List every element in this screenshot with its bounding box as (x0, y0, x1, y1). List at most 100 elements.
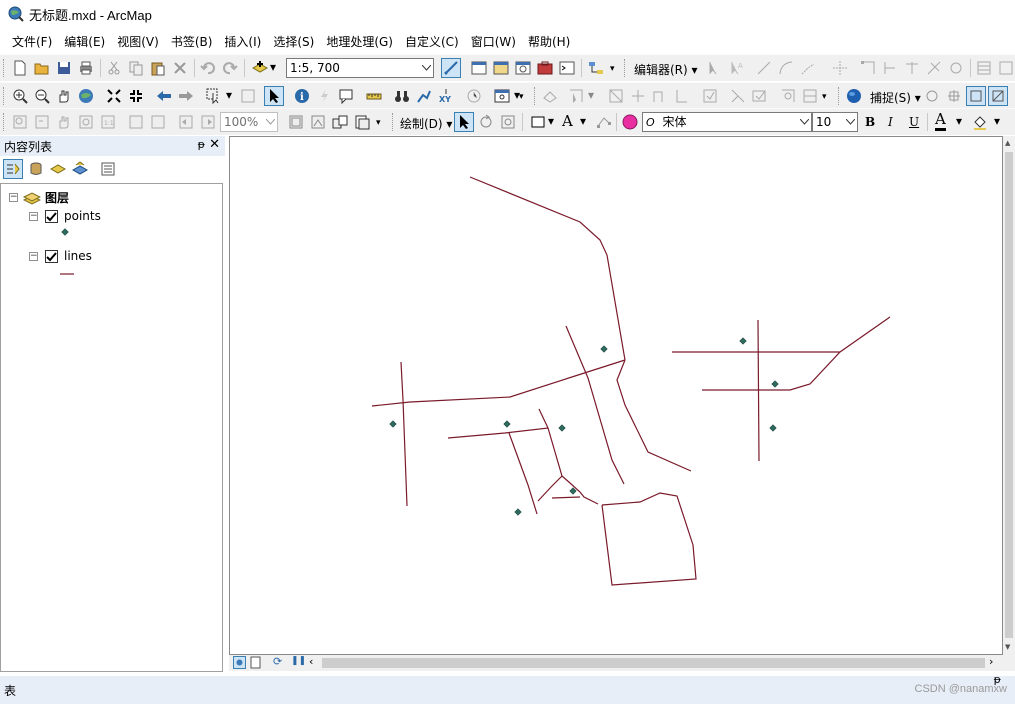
point-feature[interactable] (503, 420, 511, 428)
point-feature[interactable] (569, 487, 577, 495)
refresh-icon[interactable]: ⟳ (273, 655, 282, 668)
toolbar-grip[interactable] (838, 87, 842, 105)
list-by-drawing-order-icon[interactable] (3, 159, 23, 179)
font-size-combo[interactable]: 10 (812, 112, 858, 132)
layer-name[interactable]: lines (64, 249, 92, 263)
geometric-network-icon[interactable] (778, 86, 798, 106)
menu-edit[interactable]: 编辑(E) (58, 33, 111, 50)
pin-icon[interactable]: ᵽ (994, 673, 1001, 686)
menu-windows[interactable]: 窗口(W) (465, 33, 522, 50)
list-by-selection-icon[interactable] (70, 159, 90, 179)
line-feature[interactable] (371, 359, 626, 407)
edge-snapping-icon[interactable] (988, 86, 1008, 106)
rectangle-dropdown-icon[interactable]: ▾ (548, 114, 554, 128)
identify-icon[interactable]: i (292, 86, 312, 106)
bold-button[interactable]: B (865, 115, 875, 129)
draw-select-arrow-icon[interactable] (454, 112, 474, 132)
time-slider-icon[interactable] (464, 86, 484, 106)
menu-geoprocessing[interactable]: 地理处理(G) (320, 33, 399, 50)
font-color-dropdown-icon[interactable]: ▾ (956, 114, 962, 128)
python-window-icon[interactable] (557, 58, 577, 78)
menu-customize[interactable]: 自定义(C) (399, 33, 465, 50)
line-feature[interactable] (469, 176, 626, 361)
copy-icon[interactable] (126, 58, 146, 78)
new-document-icon[interactable] (10, 58, 30, 78)
edit-tool-icon[interactable] (704, 58, 724, 78)
attributes-icon[interactable] (974, 58, 994, 78)
sketch-properties-icon[interactable] (996, 58, 1015, 78)
select-features-icon[interactable] (204, 86, 224, 106)
chevron-down-icon[interactable] (797, 113, 811, 131)
layout-go-back-icon[interactable] (176, 112, 196, 132)
end-snapping-icon[interactable] (944, 86, 964, 106)
toolbar-grip[interactable] (3, 87, 7, 105)
construct-features-icon[interactable] (650, 86, 670, 106)
toolbar-grip[interactable] (534, 87, 538, 105)
font-color-icon[interactable]: A (935, 111, 946, 131)
topology-icon[interactable] (540, 86, 560, 106)
fill-color-circle-icon[interactable] (620, 112, 640, 132)
text-dropdown-icon[interactable]: ▾ (580, 114, 586, 128)
point-feature[interactable] (769, 424, 777, 432)
fill-bucket-icon[interactable] (970, 112, 990, 132)
close-icon[interactable]: ✕ (209, 137, 220, 152)
search-window-icon[interactable] (513, 58, 533, 78)
point-symbol-diamond-icon[interactable] (61, 228, 69, 236)
line-feature[interactable] (551, 496, 581, 499)
paste-icon[interactable] (148, 58, 168, 78)
show-shared-features-icon[interactable] (628, 86, 648, 106)
line-symbol-icon[interactable] (59, 272, 75, 276)
edit-annotation-icon[interactable]: A (726, 58, 746, 78)
map-display[interactable] (229, 136, 1003, 655)
editor-toolbar-icon[interactable] (441, 58, 461, 78)
zoom-whole-page-icon[interactable] (76, 112, 96, 132)
toolbar-overflow-icon[interactable]: ▾ (822, 92, 827, 102)
toolbar-grip[interactable] (3, 59, 7, 77)
line-feature[interactable] (565, 325, 625, 485)
layers-group-row[interactable]: − 图层 (9, 189, 69, 206)
create-viewer-window-icon[interactable] (492, 86, 512, 106)
fixed-zoom-out-icon[interactable] (126, 86, 146, 106)
scroll-down-icon[interactable]: ▼ (1005, 643, 1010, 651)
point-feature[interactable] (389, 420, 397, 428)
error-inspector-icon[interactable] (750, 86, 770, 106)
menu-selection[interactable]: 选择(S) (267, 33, 320, 50)
menu-bookmarks[interactable]: 书签(B) (165, 33, 219, 50)
clear-selection-icon[interactable] (238, 86, 258, 106)
endpoint-arc-icon[interactable] (776, 58, 796, 78)
point-snapping-icon[interactable] (922, 86, 942, 106)
zoom-to-selected-elements-icon[interactable] (498, 112, 518, 132)
pause-drawing-icon[interactable]: ❚❚ (291, 656, 306, 666)
find-route-icon[interactable] (414, 86, 434, 106)
point-feature[interactable] (600, 345, 608, 353)
go-forward-icon[interactable] (176, 86, 196, 106)
add-data-icon[interactable] (250, 58, 270, 78)
editor-menu[interactable]: 编辑器(R) ▾ (634, 61, 698, 78)
fix-topology-error-icon[interactable] (728, 86, 748, 106)
collapse-icon[interactable]: − (29, 211, 38, 221)
point-feature[interactable] (514, 508, 522, 516)
network-flags-icon[interactable] (800, 86, 820, 106)
select-elements-arrow-icon[interactable] (264, 86, 284, 106)
line-feature[interactable] (616, 359, 692, 472)
snapping-globe-icon[interactable] (844, 86, 864, 106)
layout-go-forward-icon[interactable] (198, 112, 218, 132)
line-feature[interactable] (601, 492, 697, 586)
map-topology-icon[interactable] (606, 86, 626, 106)
toc-options-icon[interactable] (98, 159, 118, 179)
line-feature[interactable] (447, 427, 599, 505)
horizontal-scroll-thumb[interactable] (322, 658, 985, 668)
map-scale-combo[interactable]: 1:5, 700 (286, 58, 434, 78)
menu-help[interactable]: 帮助(H) (522, 33, 576, 50)
line-feature[interactable] (508, 432, 538, 515)
go-to-xy-icon[interactable]: XY (436, 86, 456, 106)
list-by-source-icon[interactable] (26, 159, 46, 179)
planarize-icon[interactable] (672, 86, 692, 106)
point-feature[interactable] (771, 380, 779, 388)
model-builder-icon[interactable] (586, 58, 606, 78)
open-folder-icon[interactable] (32, 58, 52, 78)
zoom-out-icon[interactable] (32, 86, 52, 106)
fill-color-dropdown-icon[interactable]: ▾ (994, 114, 1000, 128)
topology-edit-icon[interactable] (566, 86, 586, 106)
change-layout-icon[interactable] (330, 112, 350, 132)
